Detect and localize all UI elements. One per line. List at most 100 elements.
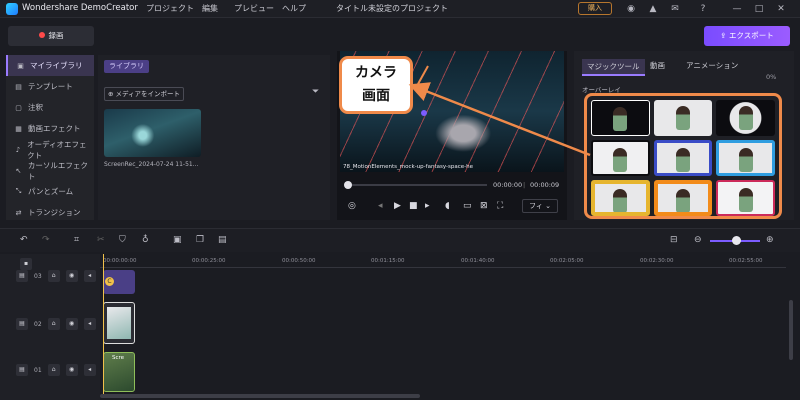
track-header-03: ▤ 03 ⌂ ◉ ◂ (16, 270, 96, 282)
zoom-slider-knob[interactable] (732, 236, 741, 245)
crop-tool-icon[interactable]: ⌗ (74, 235, 79, 245)
seek-knob[interactable] (344, 181, 352, 189)
sidebar-item-my-library[interactable]: ▣ マイライブラリ (6, 55, 94, 76)
camera-snapshot-icon[interactable]: ◎ (348, 201, 356, 211)
filter-icon[interactable]: ⏷ (312, 87, 319, 97)
next-frame-icon[interactable]: ▸ (425, 201, 430, 211)
export-button[interactable]: ⇪ エクスポート (704, 26, 790, 46)
horizontal-scrollbar[interactable] (100, 394, 420, 398)
app-logo-icon (6, 3, 18, 15)
menu-edit[interactable]: 編集 (202, 3, 218, 14)
graduation-cap-icon[interactable]: ▲ (646, 2, 660, 16)
help-icon[interactable]: ? (696, 2, 710, 16)
zoom-in-icon[interactable]: ⊕ (766, 235, 774, 245)
buy-button[interactable]: 購入 (578, 2, 612, 15)
record-button[interactable]: 録画 (8, 26, 94, 46)
ruler-tick-label: 00:01:40:00 (461, 258, 495, 264)
app-name: Wondershare DemoCreator (22, 3, 138, 13)
maximize-icon[interactable]: □ (752, 2, 766, 16)
sidebar-item-annotation[interactable]: ▢ 注釈 (6, 97, 94, 118)
record-label: 録画 (48, 31, 64, 40)
track-type-icon: ▤ (16, 318, 28, 330)
media-thumbnail[interactable] (104, 109, 201, 157)
track-number: 03 (34, 272, 42, 280)
import-media-button[interactable]: ⊕ メディアをインポート (104, 87, 184, 101)
overlay-template[interactable] (591, 100, 650, 136)
add-track-icon[interactable]: ▪ (20, 258, 32, 270)
sidebar-item-transitions[interactable]: ⇄ トランジション (6, 202, 94, 220)
lock-icon[interactable]: ⌂ (47, 270, 60, 282)
annotation-icon: ▢ (15, 103, 22, 112)
vertical-scrollbar[interactable] (789, 300, 793, 360)
sidebar-item-audio-effects[interactable]: ♪ オーディオエフェクト (6, 139, 94, 160)
redo-icon[interactable]: ↷ (42, 235, 50, 245)
seek-bar[interactable] (344, 181, 487, 189)
close-icon[interactable]: ✕ (774, 2, 788, 16)
zoom-out-icon[interactable]: ⊖ (694, 235, 702, 245)
overlay-template[interactable] (653, 140, 713, 176)
sidebar-item-pan-zoom[interactable]: ⤡ パンとズーム (6, 181, 94, 202)
document-title: タイトル未設定のプロジェクト (336, 4, 448, 13)
clip-track-03[interactable]: C (103, 270, 135, 294)
tab-library[interactable]: ライブラリ (104, 60, 149, 73)
fullscreen-icon[interactable]: ⛶ (497, 201, 503, 211)
tab-animation[interactable]: アニメーション (686, 60, 738, 71)
undo-icon[interactable]: ↶ (20, 235, 28, 245)
text-icon[interactable]: ▣ (173, 235, 182, 245)
time-separator: | (523, 181, 526, 189)
sidebar-item-label: トランジション (28, 208, 81, 217)
fit-select[interactable]: フィ ⌄ (522, 199, 558, 213)
crop-icon[interactable]: ⊠ (480, 201, 488, 211)
tab-video[interactable]: 動画 (650, 60, 665, 71)
lock-icon[interactable]: ⌂ (47, 364, 60, 376)
track-header-02: ▤ 02 ⌂ ◉ ◂ (16, 318, 96, 330)
caption-clip-icon: C (105, 277, 114, 286)
overlay-template[interactable] (591, 180, 650, 216)
sidebar-item-templates[interactable]: ▤ テンプレート (6, 76, 94, 97)
clip-thumbnail (107, 307, 131, 339)
clip-track-02[interactable] (103, 302, 135, 344)
eye-icon[interactable]: ◉ (65, 318, 78, 330)
eye-icon[interactable]: ◉ (65, 270, 78, 282)
ruler-tick-label: 00:02:05:00 (550, 258, 584, 264)
split-icon[interactable]: ✂ (97, 235, 105, 245)
speaker-icon[interactable]: ◂ (83, 364, 96, 376)
timeline-ruler[interactable]: 00:00:00:00 00:00:25:00 00:00:50:00 00:0… (100, 254, 786, 268)
volume-icon[interactable]: ◖ (445, 201, 450, 211)
overlay-template[interactable] (653, 180, 713, 216)
minimize-icon[interactable]: — (730, 2, 744, 16)
layers-icon[interactable]: ❐ (196, 235, 204, 245)
playhead[interactable] (103, 254, 104, 394)
menu-project[interactable]: プロジェクト (146, 3, 194, 14)
eye-icon[interactable]: ◉ (65, 364, 78, 376)
tab-magic-tools[interactable]: マジックツール (582, 59, 645, 76)
fit-timeline-icon[interactable]: ⊟ (670, 235, 678, 245)
menu-preview[interactable]: プレビュー (234, 3, 274, 14)
previous-frame-icon[interactable]: ◂ (378, 201, 383, 211)
sidebar-item-video-effects[interactable]: ▦ 動画エフェクト (6, 118, 94, 139)
microphone-icon[interactable]: ♁ (142, 235, 149, 245)
overlay-template[interactable] (716, 140, 775, 176)
shield-icon[interactable]: ⛉ (119, 235, 126, 245)
speaker-icon[interactable]: ◂ (83, 270, 96, 282)
clip-track-01[interactable]: Scre (103, 352, 135, 392)
record-track-icon[interactable]: ▤ (218, 235, 227, 245)
speaker-icon[interactable]: ◂ (83, 318, 96, 330)
overlay-template[interactable] (591, 140, 650, 176)
track-number: 02 (34, 320, 42, 328)
message-icon[interactable]: ✉ (668, 2, 682, 16)
account-icon[interactable]: ◉ (624, 2, 638, 16)
lock-icon[interactable]: ⌂ (47, 318, 60, 330)
pan-zoom-icon: ⤡ (15, 187, 22, 195)
sidebar-item-cursor-effects[interactable]: ↖ カーソルエフェクト (6, 160, 94, 181)
overlay-template[interactable] (653, 100, 713, 136)
play-icon[interactable]: ▶ (394, 201, 401, 211)
menu-help[interactable]: ヘルプ (282, 3, 306, 14)
caption-icon[interactable]: ▭ (463, 201, 472, 211)
transition-icon: ⇄ (15, 208, 22, 217)
overlay-template[interactable] (716, 100, 775, 136)
stop-icon[interactable]: ■ (409, 201, 418, 211)
sidebar: ▣ マイライブラリ ▤ テンプレート ▢ 注釈 ▦ 動画エフェクト ♪ オーディオエフェク… (6, 55, 94, 220)
overlay-template[interactable] (716, 180, 775, 216)
timeline-toolbar: ↶ ↷ ⌗ ✂ ⛉ ♁ ▣ ❐ ▤ ⊟ ⊖ ⊕ (0, 228, 800, 252)
